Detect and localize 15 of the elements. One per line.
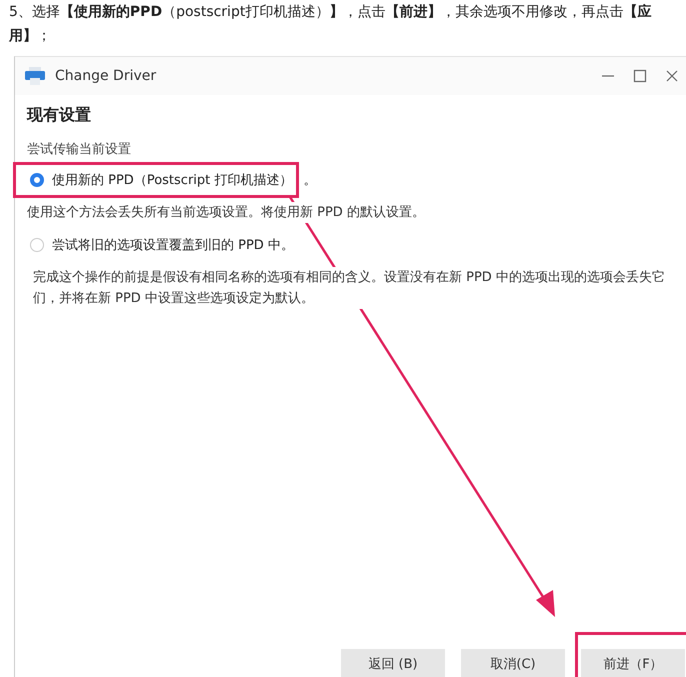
section-heading: 现有设置: [27, 105, 92, 126]
dialog-button[interactable]: 前进（F）: [581, 649, 685, 677]
maximize-icon[interactable]: [633, 69, 647, 83]
radio-button[interactable]: [30, 173, 44, 187]
option-label[interactable]: 使用新的 PPD（Postscript 打印机描述）: [52, 171, 292, 189]
printer-icon: [25, 67, 45, 85]
close-icon[interactable]: [665, 69, 679, 83]
dialog-button[interactable]: 取消(C): [461, 649, 565, 677]
instruction-text: 5、选择【使用新的PPD（postscript打印机描述）】，点击【前进】，其余选项不用修改，再点击【应用】；: [8, 2, 652, 46]
window-title: Change Driver: [55, 68, 158, 84]
group-label: 尝试传输当前设置: [27, 141, 132, 158]
option-label[interactable]: 尝试将旧的选项设置覆盖到旧的 PPD 中。: [52, 236, 294, 254]
option-label-end: 。: [303, 172, 316, 189]
radio-button[interactable]: [30, 238, 44, 252]
dialog-button[interactable]: 返回 (B): [341, 649, 445, 677]
